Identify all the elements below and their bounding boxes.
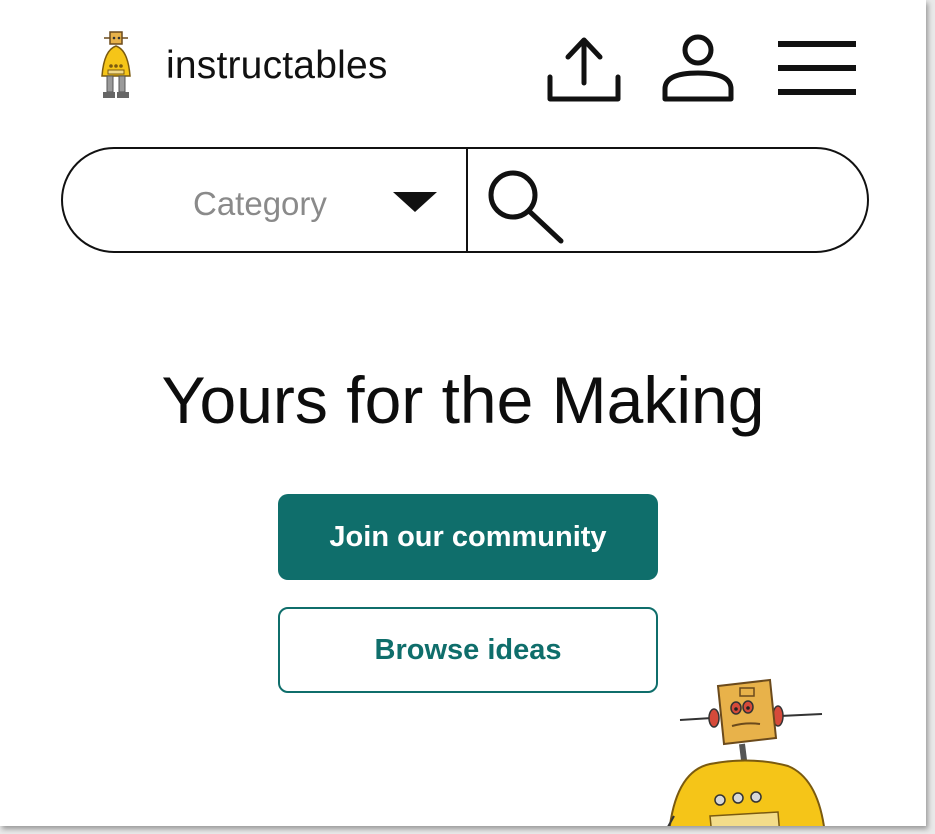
brand-name[interactable]: instructables [166,44,388,88]
upload-icon [547,37,621,102]
search-divider [466,147,468,253]
search-input[interactable] [573,169,837,233]
category-label: Category [193,185,327,222]
app-screen: instructables Category Yours for the Mak… [0,0,926,826]
user-profile-button[interactable] [660,33,736,105]
hero-title: Yours for the Making [161,363,765,437]
menu-button[interactable] [774,38,860,98]
search-bar: Category [61,147,869,253]
search-icon[interactable] [481,165,567,245]
user-icon [662,34,734,102]
browse-ideas-button[interactable]: Browse ideas [278,607,658,693]
logo[interactable] [92,30,140,104]
robot-logo-icon [101,31,131,98]
robot-mascot-icon [667,678,825,826]
caret-down-icon [393,192,437,212]
category-dropdown[interactable]: Category [63,149,467,251]
join-community-button[interactable]: Join our community [278,494,658,580]
upload-button[interactable] [546,35,622,105]
hamburger-menu-icon [778,41,856,95]
robot-mascot-illustration [650,676,830,826]
